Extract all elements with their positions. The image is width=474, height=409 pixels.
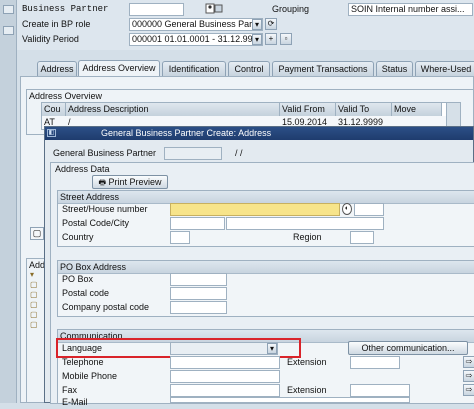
street-address-title: Street Address [60,192,120,202]
pobox-label: PO Box [62,274,94,284]
col-move[interactable]: Move [392,103,442,116]
mobile-field[interactable] [170,370,280,383]
region-field[interactable] [350,231,374,244]
street-label: Street/House number [62,204,148,214]
tab-status[interactable]: Status [376,61,413,76]
email-field[interactable] [170,397,410,403]
role-change-icon[interactable]: ⟳ [265,18,277,30]
print-preview-button[interactable]: 🖶 Print Preview [92,175,168,189]
dialog-window-icon[interactable]: ◧ [47,129,56,137]
fax-extension-label: Extension [287,385,327,395]
pobox-postal-field[interactable] [170,287,227,300]
mobile-label: Mobile Phone [62,371,118,381]
person-icon[interactable] [205,3,223,14]
country-label: Country [62,232,94,242]
validity-create-icon[interactable]: + [265,33,277,45]
house-number-field[interactable] [354,203,384,216]
tab-where-used[interactable]: Where-Used [415,61,474,76]
pobox-field[interactable] [170,273,227,286]
print-preview-label: Print Preview [108,177,162,187]
dialog-bp-slash: / / [235,148,243,158]
address-overview-title: Address Overview [29,91,103,101]
postal-city-label: Postal Code/City [62,218,130,228]
telephone-extension-label: Extension [287,357,327,367]
postal-code-label: Postal code [62,288,110,298]
grouping-label: Grouping [272,4,310,14]
print-icon: 🖶 [98,178,107,187]
telephone-label: Telephone [62,357,104,367]
bp-number-field[interactable] [129,3,184,16]
tab-address[interactable]: Address [37,61,77,76]
street-field[interactable] [170,203,340,216]
validity-field[interactable]: 000001 01.01.0001 - 31.12.999... [129,33,263,46]
left-strip-button[interactable] [3,5,14,14]
company-postal-label: Company postal code [62,302,150,312]
postal-code-field[interactable] [170,217,225,230]
address-data-title: Address Data [55,164,110,174]
validity-label: Validity Period [22,34,79,44]
role-dropdown-icon[interactable]: ▾ [252,19,262,30]
col-country[interactable]: Cou [42,103,66,116]
mobile-more-icon[interactable]: ⇨ [463,370,474,382]
col-valid-from[interactable]: Valid From [280,103,336,116]
city-field[interactable] [226,217,384,230]
region-label: Region [293,232,322,242]
tab-address-overview[interactable]: Address Overview [78,60,160,76]
left-strip [0,0,17,403]
telephone-field[interactable] [170,356,280,369]
company-postal-field[interactable] [170,301,227,314]
language-highlight-box [56,338,301,358]
validity-dropdown-icon[interactable]: ▾ [252,34,262,45]
telephone-extension-field[interactable] [350,356,400,369]
dialog-bp-field [164,147,222,160]
other-communication-button[interactable]: Other communication... [348,341,468,355]
left-strip-button[interactable] [3,26,14,35]
dialog-bp-label: General Business Partner [53,148,157,158]
tab-control[interactable]: Control [228,61,270,76]
fax-extension-field[interactable] [350,384,410,397]
tab-payment-transactions[interactable]: Payment Transactions [272,61,374,76]
role-label: Create in BP role [22,19,91,29]
dialog-title-bar[interactable]: ◧ General Business Partner Create: Addre… [45,127,473,140]
role-field[interactable]: 000000 General Business Partn... [129,18,263,31]
grouping-field[interactable]: SOIN Internal number assi... [348,3,473,16]
left-doc-icon[interactable]: ▢ [30,227,44,240]
dialog-title: General Business Partner Create: Address [101,128,272,138]
col-description[interactable]: Address Description [66,103,280,116]
validity-delete-icon[interactable]: ▫ [280,33,292,45]
bp-label: Business Partner [22,4,109,14]
tab-identification[interactable]: Identification [162,61,226,76]
address-dialog: ◧ General Business Partner Create: Addre… [44,126,474,407]
street-search-icon[interactable]: ◐ [342,203,352,215]
telephone-more-icon[interactable]: ⇨ [463,356,474,368]
fax-more-icon[interactable]: ⇨ [463,384,474,396]
col-valid-to[interactable]: Valid To [336,103,392,116]
country-field[interactable] [170,231,190,244]
pobox-title: PO Box Address [60,262,127,272]
fax-field[interactable] [170,384,280,397]
